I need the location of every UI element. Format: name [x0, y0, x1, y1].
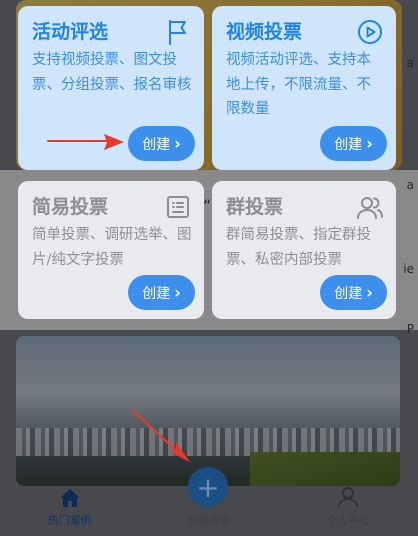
chevron-right-icon: › — [366, 282, 373, 302]
tab-label: 热门案例 — [47, 514, 92, 527]
card-activity-selection[interactable]: 活动评选 支持视频投票、图文投票、分组投票、报名审核 创建 › — [18, 6, 204, 170]
plus-icon[interactable]: + — [188, 467, 228, 507]
group-icon — [356, 193, 384, 221]
create-button-label: 创建 — [142, 136, 171, 153]
tab-profile[interactable]: 个人中心 — [279, 481, 418, 536]
create-button-label: 创建 — [142, 285, 171, 302]
card-description: 群简易投票、指定群投票、私密内部投票 — [226, 227, 371, 268]
chevron-right-icon: › — [174, 133, 181, 153]
tab-hot-cases[interactable]: 热门案例 — [0, 481, 139, 536]
card-video-vote[interactable]: 视频投票 视频活动评选、支持本地上传，不限流量、不限数量 创建 › — [212, 6, 396, 170]
create-button-label: 创建 — [334, 285, 363, 302]
create-button[interactable]: 创建 › — [128, 275, 195, 310]
user-icon — [337, 484, 359, 508]
chevron-right-icon: › — [174, 282, 181, 302]
chevron-right-icon: › — [366, 133, 373, 153]
tab-label: 个人中心 — [326, 514, 371, 527]
create-button[interactable]: 创建 › — [320, 126, 387, 161]
create-button[interactable]: 创建 › — [320, 275, 387, 310]
card-description: 视频活动评选、支持本地上传，不限流量、不限数量 — [226, 52, 371, 117]
card-group-vote[interactable]: 群投票 群简易投票、指定群投票、私密内部投票 创建 › — [212, 181, 396, 319]
card-description: 支持视频投票、图文投票、分组投票、报名审核 — [32, 52, 192, 93]
create-button[interactable]: 创建 › — [128, 126, 195, 161]
flag-icon — [164, 18, 192, 46]
tab-label: 创建投票 — [186, 514, 231, 527]
card-description: 简单投票、调研选举、图片/纯文字投票 — [32, 227, 192, 268]
home-icon — [59, 484, 81, 508]
play-circle-icon — [356, 18, 384, 46]
card-simple-vote[interactable]: 简易投票 简单投票、调研选举、图片/纯文字投票 创建 › — [18, 181, 204, 319]
create-button-label: 创建 — [334, 136, 363, 153]
form-icon — [164, 193, 192, 221]
